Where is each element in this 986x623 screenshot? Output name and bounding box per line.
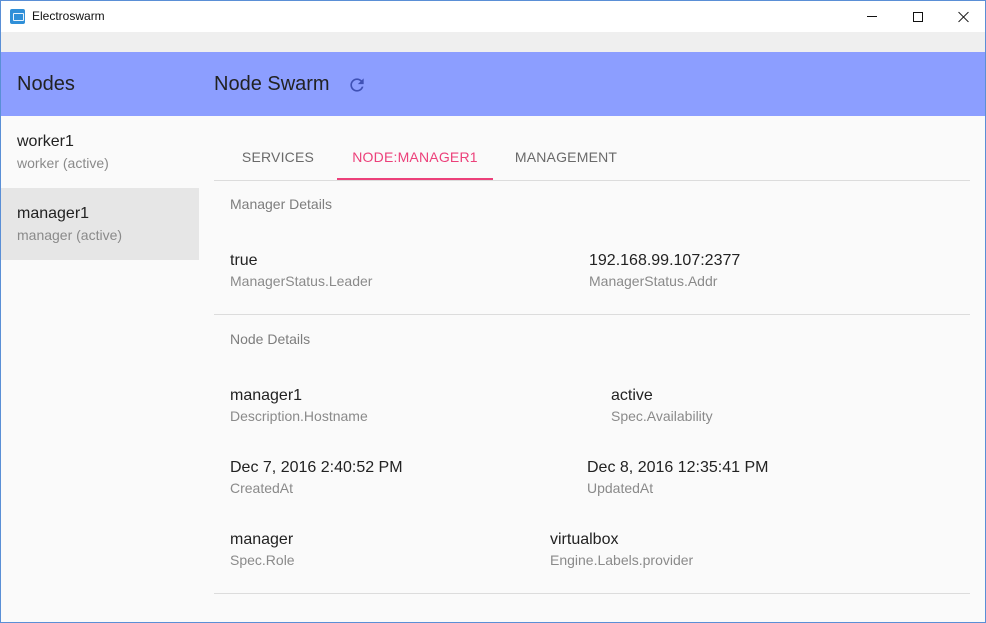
tab-bar: SERVICES NODE:MANAGER1 MANAGEMENT <box>214 135 970 181</box>
window-title: Electroswarm <box>32 9 105 23</box>
field-value: manager1 <box>230 387 303 404</box>
tab-management[interactable]: MANAGEMENT <box>503 135 629 180</box>
field-label: CreatedAt <box>230 480 294 496</box>
tab-node-manager1[interactable]: NODE:MANAGER1 <box>337 135 493 180</box>
field-label: Spec.Role <box>230 552 295 568</box>
maximize-icon <box>913 11 923 22</box>
field-value: Dec 7, 2016 2:40:52 PM <box>230 459 403 476</box>
field-value: active <box>611 387 653 404</box>
field-value: virtualbox <box>550 531 619 548</box>
field-label: UpdatedAt <box>587 480 654 496</box>
node-details-title: Node Details <box>230 331 311 347</box>
manager-details-title: Manager Details <box>230 196 332 212</box>
sidebar-item-status: worker (active) <box>17 155 109 171</box>
maximize-button[interactable] <box>895 1 941 32</box>
sidebar-title: Nodes <box>17 73 75 95</box>
section-divider <box>214 314 970 315</box>
field-label: Spec.Availability <box>611 408 713 424</box>
minimize-icon <box>867 16 877 17</box>
page-title: Node Swarm <box>214 73 330 95</box>
field-label: Description.Hostname <box>230 408 368 424</box>
sidebar-item-manager1[interactable]: manager1 manager (active) <box>1 188 199 260</box>
app-header: Nodes Node Swarm <box>1 52 985 116</box>
field-label: ManagerStatus.Addr <box>589 273 718 289</box>
tab-services[interactable]: SERVICES <box>227 135 329 180</box>
field-value: true <box>230 252 258 269</box>
close-icon <box>958 11 970 23</box>
refresh-icon <box>350 78 364 92</box>
app-icon <box>10 9 25 24</box>
menu-strip <box>1 32 985 52</box>
sidebar: worker1 worker (active) manager1 manager… <box>1 116 199 622</box>
field-label: Engine.Labels.provider <box>550 552 694 568</box>
section-divider <box>214 593 970 594</box>
refresh-button[interactable] <box>345 73 369 97</box>
field-value: Dec 8, 2016 12:35:41 PM <box>587 459 769 476</box>
title-bar[interactable]: Electroswarm <box>1 1 985 32</box>
sidebar-item-worker1[interactable]: worker1 worker (active) <box>1 116 199 188</box>
sidebar-item-name: manager1 <box>17 205 90 222</box>
minimize-button[interactable] <box>849 1 895 32</box>
field-value: manager <box>230 531 294 548</box>
close-button[interactable] <box>941 1 985 32</box>
field-value: 192.168.99.107:2377 <box>589 252 741 269</box>
sidebar-item-status: manager (active) <box>17 227 123 243</box>
app-window: Electroswarm Nodes Node Swarm worker1 wo… <box>0 0 986 623</box>
field-label: ManagerStatus.Leader <box>230 273 373 289</box>
sidebar-item-name: worker1 <box>17 133 74 150</box>
